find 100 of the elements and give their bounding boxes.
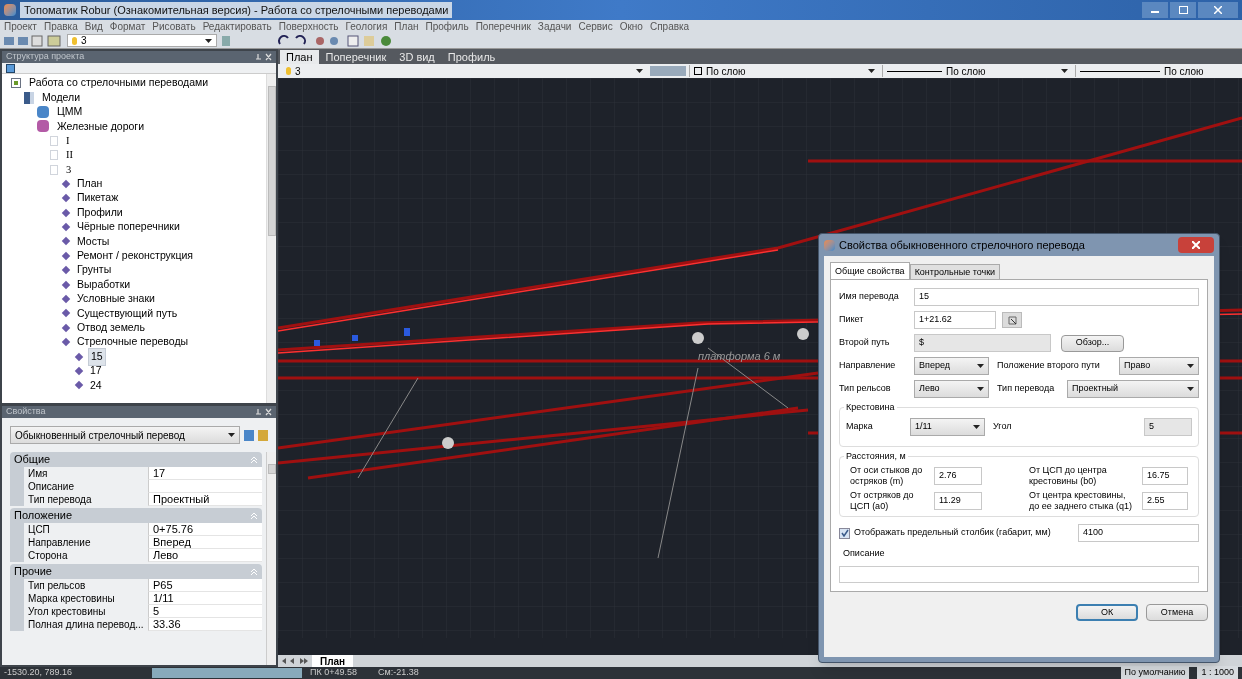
property-value[interactable]: 5: [148, 605, 262, 618]
checkbox[interactable]: [839, 527, 850, 539]
layer-select[interactable]: 3: [282, 65, 647, 77]
pin-close-icon[interactable]: [256, 408, 272, 416]
layer-select[interactable]: 3: [67, 34, 217, 47]
dialog-button[interactable]: ОК: [1076, 604, 1138, 621]
pick-point-button[interactable]: [1002, 312, 1022, 328]
view-tab[interactable]: 3D вид: [393, 50, 441, 64]
dialog-tab[interactable]: Общие свойства: [830, 262, 910, 279]
picket-field[interactable]: 1+21.62: [914, 311, 996, 329]
menu-item[interactable]: Сервис: [578, 19, 613, 34]
bullet-icon: [61, 222, 71, 232]
switch-type-select[interactable]: Проектный: [1067, 380, 1199, 398]
field-label: Второй путь: [839, 336, 891, 350]
tree-item[interactable]: II: [64, 147, 75, 164]
distance-field[interactable]: 16.75: [1142, 467, 1188, 485]
property-value[interactable]: Проектный: [148, 493, 262, 506]
view-tab[interactable]: Профиль: [441, 50, 502, 64]
menu-item[interactable]: Формат: [109, 19, 146, 34]
field-label: Тип рельсов: [839, 382, 892, 396]
toolbar-icons-drawing[interactable]: [4, 34, 64, 47]
menu-item[interactable]: Задачи: [537, 19, 572, 34]
property-value[interactable]: Лево: [148, 549, 262, 562]
menu-item[interactable]: Поверхность: [278, 19, 339, 34]
tree-item[interactable]: Выработки: [75, 276, 133, 293]
dialog-button[interactable]: Отмена: [1146, 604, 1208, 621]
menu-item[interactable]: Окно: [619, 19, 643, 34]
clearance-field[interactable]: 4100: [1078, 524, 1199, 542]
tree-item[interactable]: 15: [88, 347, 106, 366]
tree-item[interactable]: Условные знаки: [75, 291, 157, 307]
tree-item[interactable]: Железные дороги: [55, 118, 147, 135]
tree-item[interactable]: Работа со стрелочными переводами: [27, 75, 211, 92]
view-tab[interactable]: Поперечник: [319, 50, 393, 64]
tree-item[interactable]: Мосты: [75, 233, 112, 250]
name-field[interactable]: 15: [914, 288, 1199, 306]
distance-field[interactable]: 2.76: [934, 467, 982, 485]
tree-item[interactable]: 3: [64, 161, 74, 178]
property-value[interactable]: 17: [148, 467, 262, 480]
refresh-icon[interactable]: [6, 63, 15, 73]
tree-item[interactable]: Существующий путь: [75, 305, 180, 322]
menu-item[interactable]: Вид: [84, 19, 103, 34]
snap-toggles-icon[interactable]: [152, 668, 302, 678]
rail-type-select[interactable]: Лево: [914, 380, 989, 398]
dialog-title: Свойства обыкновенного стрелочного перевода: [839, 237, 1085, 253]
tree-item[interactable]: Отвод земель: [75, 319, 147, 336]
distance-field[interactable]: 2.55: [1142, 492, 1188, 510]
tree-item[interactable]: I: [64, 132, 72, 149]
menu-item[interactable]: Редактировать: [202, 19, 272, 34]
tree-item[interactable]: Грунты: [75, 262, 114, 279]
style-select[interactable]: По умолчанию: [1120, 666, 1190, 679]
tree-item[interactable]: Чёрные поперечники: [75, 219, 182, 235]
scrollbar[interactable]: [266, 452, 276, 665]
bulb-icon: [286, 67, 291, 75]
tree-item[interactable]: 24: [88, 377, 104, 394]
menu-item[interactable]: Справка: [649, 19, 690, 34]
field-label: Марка: [846, 420, 874, 434]
position-select[interactable]: Право: [1119, 357, 1199, 375]
close-button[interactable]: [1198, 2, 1238, 18]
object-type-select[interactable]: Обыкновенный стрелочный перевод: [10, 426, 240, 444]
platform-label: платформа 6 м: [698, 349, 781, 364]
mark-select[interactable]: 1/11: [910, 418, 985, 436]
scale-select[interactable]: 1 : 1000: [1197, 666, 1238, 679]
menu-item[interactable]: Проект: [4, 19, 37, 34]
tree-item[interactable]: Модели: [40, 89, 83, 106]
minimize-button[interactable]: [1142, 2, 1168, 18]
tree-item[interactable]: Ремонт / реконструкция: [75, 248, 196, 264]
tree-item[interactable]: ЦММ: [55, 104, 85, 120]
tree-item[interactable]: Пикетаж: [75, 190, 121, 207]
lineweight-select[interactable]: По слою: [1075, 65, 1238, 77]
group-header[interactable]: Прочие: [10, 564, 262, 579]
dialog-tab[interactable]: Контрольные точки: [909, 264, 1001, 279]
menu-item[interactable]: План: [394, 19, 419, 34]
menu-item[interactable]: Геология: [345, 19, 388, 34]
group-header[interactable]: Положение: [10, 508, 262, 523]
description-field[interactable]: [839, 565, 1199, 583]
menu-item[interactable]: Рисовать: [152, 19, 196, 34]
tree-item[interactable]: Профили: [75, 204, 125, 221]
filter-icon[interactable]: [258, 429, 268, 441]
field-label: Тип перевода: [997, 382, 1056, 396]
close-button[interactable]: [1178, 237, 1214, 253]
property-value[interactable]: Вперед: [148, 536, 262, 549]
view-tab[interactable]: План: [280, 50, 319, 64]
distance-field[interactable]: 11.29: [934, 492, 982, 510]
linetype-select[interactable]: По слою: [882, 65, 1072, 77]
menu-item[interactable]: Правка: [43, 19, 78, 34]
tree-item[interactable]: 17: [88, 363, 104, 379]
property-value[interactable]: 33.36: [148, 618, 262, 631]
maximize-button[interactable]: [1170, 2, 1196, 18]
sort-icon[interactable]: [244, 429, 254, 441]
menu-item[interactable]: Профиль: [425, 19, 469, 34]
group-header[interactable]: Общие: [10, 452, 262, 467]
pin-close-icon[interactable]: [256, 53, 272, 61]
direction-select[interactable]: Вперед: [914, 357, 989, 375]
color-select[interactable]: По слою: [689, 65, 879, 77]
property-value[interactable]: 0+75.76: [148, 523, 262, 536]
property-value[interactable]: 1/11: [148, 592, 262, 605]
property-value[interactable]: Р65: [148, 579, 262, 592]
scrollbar[interactable]: [266, 74, 276, 403]
tree-item[interactable]: План: [75, 176, 105, 192]
menu-item[interactable]: Поперечник: [475, 19, 531, 34]
